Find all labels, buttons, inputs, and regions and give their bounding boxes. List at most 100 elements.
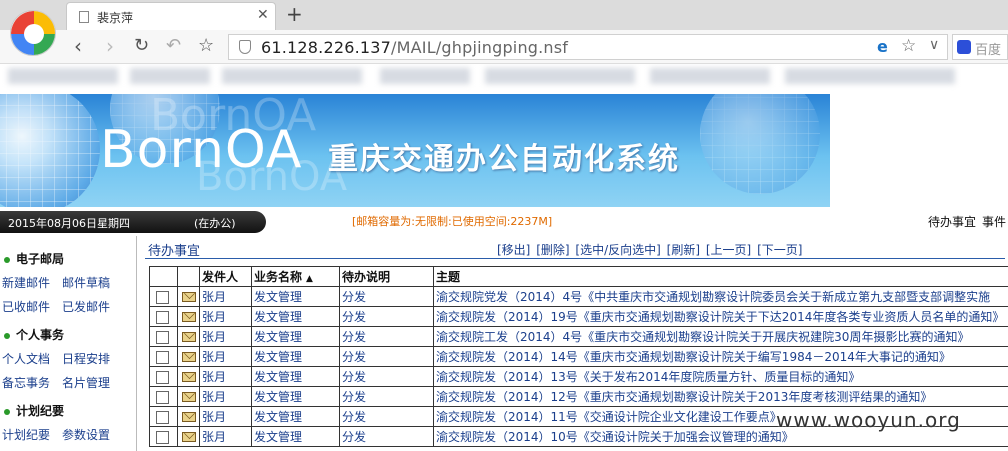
delete-button[interactable]: [删除]	[536, 243, 569, 257]
row-business[interactable]: 发文管理	[251, 366, 340, 387]
row-checkbox[interactable]	[156, 350, 169, 364]
url-path: /MAIL/ghpjingping.nsf	[391, 38, 569, 57]
mailbox-capacity: [邮箱容量为:无限制:已使用空间:2237M]	[352, 215, 553, 228]
row-note[interactable]: 分发	[339, 366, 434, 387]
title-divider	[145, 258, 1005, 259]
reload-icon[interactable]: ↻	[134, 34, 149, 58]
sidebar-inbox[interactable]: 已收邮件	[2, 298, 50, 315]
row-subject[interactable]: 渝交规院发（2014）14号《重庆市交通规划勘察设计院关于编写1984－2014…	[433, 346, 1008, 367]
header-note[interactable]: 待办说明	[339, 266, 434, 287]
row-subject[interactable]: 渝交规院党发（2014）4号《中共重庆市交通规划勘察设计院委员会关于新成立第九支…	[433, 286, 1008, 307]
row-note[interactable]: 分发	[339, 406, 434, 427]
table-row[interactable]: 张月 发文管理 分发 渝交规院工发（2014）4号《重庆市交通规划勘察设计院关于开展庆…	[149, 326, 1008, 347]
row-note[interactable]: 分发	[339, 426, 434, 447]
header-business-label: 业务名称	[254, 270, 303, 284]
row-checkbox[interactable]	[156, 430, 169, 444]
row-sender[interactable]: 张月	[199, 326, 252, 347]
row-subject[interactable]: 渝交规院发（2014）12号《重庆市交通规划勘察设计院关于2013年度考核测评结…	[433, 386, 1008, 407]
section-email: 电子邮局	[4, 250, 64, 267]
row-sender[interactable]: 张月	[199, 346, 252, 367]
header-business[interactable]: 业务名称 ▲	[251, 266, 340, 287]
bookmark-star-icon[interactable]: ☆	[198, 34, 214, 58]
next-page-button[interactable]: [下一页]	[757, 243, 802, 257]
row-business[interactable]: 发文管理	[251, 326, 340, 347]
row-sender[interactable]: 张月	[199, 366, 252, 387]
search-box[interactable]: 百度	[952, 34, 1008, 60]
table-header-row: 发件人 业务名称 ▲ 待办说明 主题	[149, 266, 1008, 287]
close-tab-icon[interactable]: ✕	[257, 7, 269, 23]
envelope-icon	[182, 312, 196, 322]
bullet-icon	[4, 256, 10, 263]
sidebar-sent[interactable]: 已发邮件	[62, 298, 110, 315]
row-sender[interactable]: 张月	[199, 426, 252, 447]
sidebar-drafts[interactable]: 邮件草稿	[62, 274, 110, 291]
refresh-button[interactable]: [刷新]	[667, 243, 700, 257]
row-note[interactable]: 分发	[339, 386, 434, 407]
row-subject[interactable]: 渝交规院发（2014）19号《重庆市交通规划勘察设计院关于下达2014年度各类专…	[433, 306, 1008, 327]
shield-icon	[239, 40, 251, 54]
row-sender[interactable]: 张月	[199, 286, 252, 307]
header-subject[interactable]: 主题	[433, 266, 1008, 287]
favorite-star-icon[interactable]: ☆	[901, 36, 916, 56]
sidebar-cards[interactable]: 名片管理	[62, 374, 110, 391]
row-note[interactable]: 分发	[339, 346, 434, 367]
toggle-select-button[interactable]: [选中/反向选中]	[575, 243, 660, 257]
address-url[interactable]: 61.128.226.137/MAIL/ghpjingping.nsf	[261, 38, 568, 57]
row-icon-cell	[177, 306, 200, 327]
envelope-icon	[182, 412, 196, 422]
row-checkbox[interactable]	[156, 410, 169, 424]
prev-page-button[interactable]: [上一页]	[706, 243, 751, 257]
sidebar-plans[interactable]: 计划纪要	[2, 426, 50, 443]
browser-toolbar: ‹ › ↻ ↶ ☆ 61.128.226.137/MAIL/ghpjingpin…	[0, 30, 1008, 64]
row-checkbox[interactable]	[156, 310, 169, 324]
row-business[interactable]: 发文管理	[251, 306, 340, 327]
table-row[interactable]: 张月 发文管理 分发 渝交规院发（2014）12号《重庆市交通规划勘察设计院关于201…	[149, 386, 1008, 407]
row-checkbox[interactable]	[156, 390, 169, 404]
row-checkbox[interactable]	[156, 290, 169, 304]
row-business[interactable]: 发文管理	[251, 426, 340, 447]
row-note[interactable]: 分发	[339, 306, 434, 327]
browser-tab[interactable]: 裴京萍 ✕	[66, 2, 276, 30]
row-select-cell	[149, 306, 178, 327]
table-row[interactable]: 张月 发文管理 分发 渝交规院发（2014）14号《重庆市交通规划勘察设计院关于编写1…	[149, 346, 1008, 367]
sidebar-new-mail[interactable]: 新建邮件	[2, 274, 50, 291]
row-subject[interactable]: 渝交规院发（2014）13号《关于发布2014年度院质量方针、质量目标的通知》	[433, 366, 1008, 387]
nav-events[interactable]: 事件	[982, 215, 1006, 229]
row-business[interactable]: 发文管理	[251, 386, 340, 407]
envelope-icon	[182, 392, 196, 402]
system-title: 重庆交通办公自动化系统	[328, 142, 680, 177]
search-placeholder: 百度	[975, 43, 1002, 58]
forward-icon[interactable]: ›	[106, 34, 114, 58]
row-sender[interactable]: 张月	[199, 306, 252, 327]
watermark: www.wooyun.org	[776, 408, 961, 432]
chevron-down-icon[interactable]: ∨	[929, 37, 939, 53]
row-sender[interactable]: 张月	[199, 406, 252, 427]
row-business[interactable]: 发文管理	[251, 286, 340, 307]
envelope-icon	[182, 292, 196, 302]
move-out-button[interactable]: [移出]	[497, 243, 530, 257]
table-row[interactable]: 张月 发文管理 分发 渝交规院发（2014）19号《重庆市交通规划勘察设计院关于下达2…	[149, 306, 1008, 327]
sidebar-memos[interactable]: 备忘事务	[2, 374, 50, 391]
row-subject[interactable]: 渝交规院工发（2014）4号《重庆市交通规划勘察设计院关于开展庆祝建院30周年摄…	[433, 326, 1008, 347]
sidebar-settings[interactable]: 参数设置	[62, 426, 110, 443]
row-business[interactable]: 发文管理	[251, 406, 340, 427]
row-note[interactable]: 分发	[339, 286, 434, 307]
back-icon[interactable]: ‹	[74, 34, 82, 58]
table-row[interactable]: 张月 发文管理 分发 渝交规院党发（2014）4号《中共重庆市交通规划勘察设计院委员会…	[149, 286, 1008, 307]
address-bar[interactable]: 61.128.226.137/MAIL/ghpjingping.nsf e ☆ …	[228, 34, 948, 60]
row-business[interactable]: 发文管理	[251, 346, 340, 367]
undo-icon[interactable]: ↶	[166, 34, 181, 58]
table-row[interactable]: 张月 发文管理 分发 渝交规院发（2014）13号《关于发布2014年度院质量方针、质…	[149, 366, 1008, 387]
row-checkbox[interactable]	[156, 330, 169, 344]
new-tab-icon[interactable]: +	[286, 2, 303, 26]
row-sender[interactable]: 张月	[199, 386, 252, 407]
tab-title: 裴京萍	[97, 11, 134, 25]
row-checkbox[interactable]	[156, 370, 169, 384]
nav-todo[interactable]: 待办事宜	[928, 215, 976, 229]
ie-mode-icon[interactable]: e	[877, 37, 888, 56]
sidebar-personal-docs[interactable]: 个人文档	[2, 350, 50, 367]
sidebar-schedule[interactable]: 日程安排	[62, 350, 110, 367]
row-note[interactable]: 分发	[339, 326, 434, 347]
row-icon-cell	[177, 286, 200, 307]
header-sender[interactable]: 发件人	[199, 266, 252, 287]
